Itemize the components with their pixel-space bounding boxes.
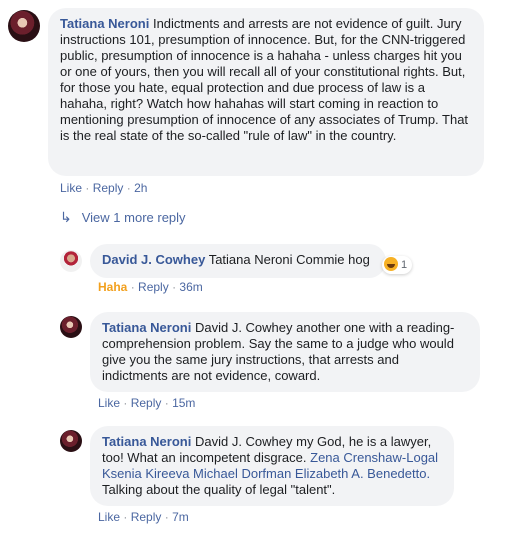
reaction-count: 1 [401, 259, 408, 271]
separator: · [123, 510, 128, 524]
reply-link[interactable]: Reply [93, 181, 124, 195]
avatar[interactable] [60, 430, 82, 452]
comment-bubble: Tatiana Neroni David J. Cowhey my God, h… [90, 426, 454, 506]
reply-link[interactable]: Reply [131, 396, 162, 410]
timestamp[interactable]: 7m [172, 510, 189, 524]
reply-link[interactable]: Reply [131, 510, 162, 524]
reaction-badge[interactable]: 1 [382, 256, 413, 274]
view-more-replies[interactable]: ↳ View 1 more reply [60, 209, 186, 226]
like-link[interactable]: Like [98, 396, 120, 410]
comment-author[interactable]: David J. Cowhey [102, 252, 205, 267]
separator: · [164, 396, 169, 410]
comment-author[interactable]: Tatiana Neroni [102, 434, 191, 449]
view-more-label: View 1 more reply [81, 210, 186, 225]
separator: · [126, 181, 131, 195]
comment-text-end: Talking about the quality of legal "tale… [102, 482, 336, 497]
separator: · [123, 396, 128, 410]
comment-author[interactable]: Tatiana Neroni [102, 320, 191, 335]
timestamp[interactable]: 15m [172, 396, 195, 410]
reply-arrow-icon: ↳ [60, 209, 72, 225]
separator: · [172, 280, 177, 294]
timestamp[interactable]: 2h [134, 181, 147, 195]
haha-reaction-link[interactable]: Haha [98, 280, 127, 294]
comment-bubble: Tatiana Neroni David J. Cowhey another o… [90, 312, 480, 392]
comment-text: Tatiana Neroni Commie hog [208, 252, 370, 267]
separator: · [164, 510, 169, 524]
avatar[interactable] [8, 10, 40, 42]
haha-emoji-icon [384, 257, 398, 271]
avatar[interactable] [60, 250, 82, 272]
comment-author[interactable]: Tatiana Neroni [60, 16, 149, 31]
like-link[interactable]: Like [98, 510, 120, 524]
separator: · [130, 280, 135, 294]
comment-text: Indictments and arrests are not evidence… [60, 16, 469, 143]
comment-actions: Like · Reply · 7m [98, 510, 189, 524]
avatar[interactable] [60, 316, 82, 338]
reply-link[interactable]: Reply [138, 280, 169, 294]
timestamp[interactable]: 36m [179, 280, 202, 294]
comment-bubble: Tatiana Neroni Indictments and arrests a… [48, 8, 484, 176]
comment-bubble: David J. Cowhey Tatiana Neroni Commie ho… [90, 244, 386, 278]
separator: · [85, 181, 90, 195]
comment-actions: Like · Reply · 2h [60, 181, 147, 195]
like-link[interactable]: Like [60, 181, 82, 195]
comment-actions: Like · Reply · 15m [98, 396, 195, 410]
comment-actions: Haha · Reply · 36m [98, 280, 203, 294]
